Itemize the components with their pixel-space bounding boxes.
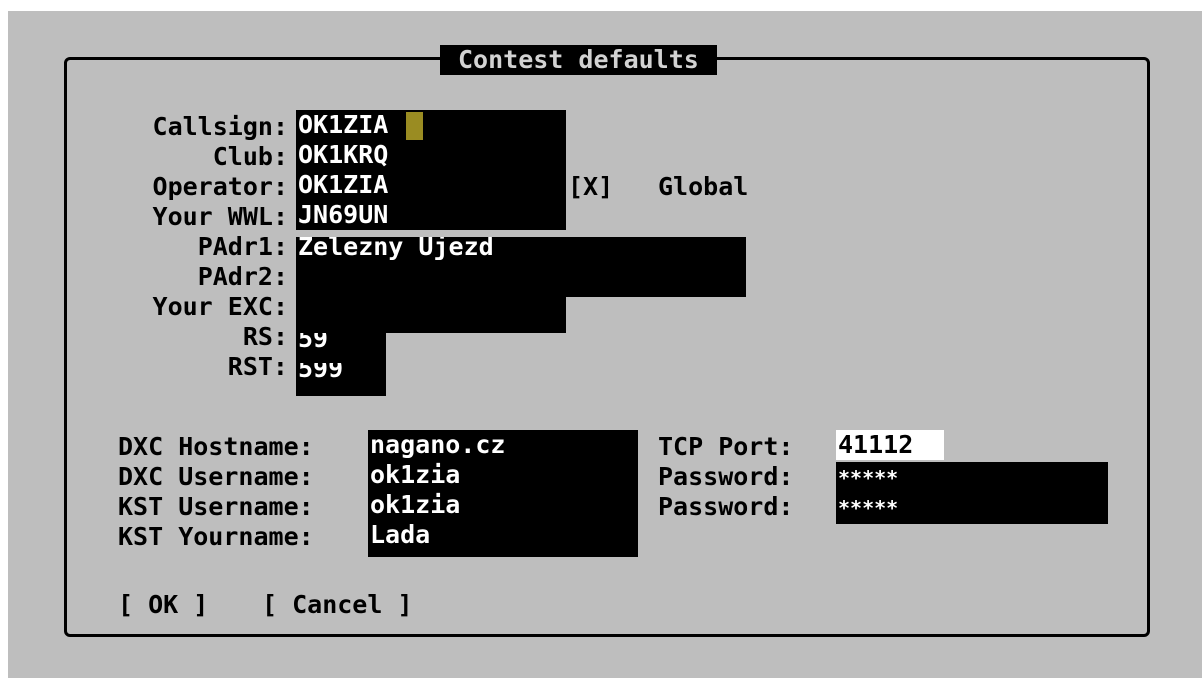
operator-label: Operator: xyxy=(152,172,288,201)
padr2-label: PAdr2: xyxy=(197,262,288,291)
rs-label: RS: xyxy=(242,322,288,351)
ok-button[interactable]: [ OK ] xyxy=(118,590,208,620)
rst-value: 599 xyxy=(298,363,344,383)
wwl-label: Your WWL: xyxy=(152,202,288,231)
padr2-input[interactable] xyxy=(296,267,746,297)
dxc-username-label: DXC Username: xyxy=(118,462,314,491)
callsign-value: OK1ZIA xyxy=(298,110,389,139)
rst-input[interactable]: 599 xyxy=(296,363,386,396)
club-label: Club: xyxy=(212,142,288,171)
exc-label: Your EXC: xyxy=(152,292,288,321)
wwl-value: JN69UN xyxy=(298,200,389,229)
global-checkbox-label: Global xyxy=(658,172,749,201)
kst-password-label: Password: xyxy=(658,492,794,521)
padr1-label: PAdr1: xyxy=(197,232,288,261)
callsign-label: Callsign: xyxy=(152,112,288,141)
dxc-hostname-input[interactable]: nagano.cz xyxy=(368,430,638,460)
dxc-username-input[interactable]: ok1zia xyxy=(368,460,638,490)
padr1-input[interactable]: Zelezny Ujezd xyxy=(296,237,746,267)
wwl-input[interactable]: JN69UN xyxy=(296,200,566,230)
rst-label: RST: xyxy=(227,352,288,381)
kst-yourname-value: Lada xyxy=(370,520,431,549)
dxc-username-value: ok1zia xyxy=(370,460,461,489)
operator-value: OK1ZIA xyxy=(298,170,389,199)
dxc-hostname-label: DXC Hostname: xyxy=(118,432,314,461)
tcp-port-value: 41112 xyxy=(838,430,914,459)
operator-input[interactable]: OK1ZIA xyxy=(296,170,566,200)
kst-yourname-input[interactable]: Lada xyxy=(368,520,638,557)
dialog-title: Contest defaults xyxy=(440,45,717,75)
kst-password-input[interactable]: ***** xyxy=(836,492,1108,524)
dxc-password-label: Password: xyxy=(658,462,794,491)
kst-username-input[interactable]: ok1zia xyxy=(368,490,638,520)
rs-input[interactable]: 59 xyxy=(296,333,386,363)
dxc-password-input[interactable]: ***** xyxy=(836,462,1108,492)
tcp-port-input[interactable]: 41112 xyxy=(836,430,944,460)
global-checkbox[interactable]: [X] xyxy=(568,172,613,202)
callsign-input[interactable]: OK1ZIA xyxy=(296,110,566,140)
kst-username-value: ok1zia xyxy=(370,490,461,519)
screen: Contest defaults Callsign: OK1ZIA Club: … xyxy=(0,0,1202,678)
cancel-button[interactable]: [ Cancel ] xyxy=(262,590,413,620)
club-value: OK1KRQ xyxy=(298,140,389,169)
rs-value: 59 xyxy=(298,333,329,353)
kst-password-value: ***** xyxy=(838,496,899,520)
kst-username-label: KST Username: xyxy=(118,492,314,521)
kst-yourname-label: KST Yourname: xyxy=(118,522,314,551)
dxc-hostname-value: nagano.cz xyxy=(370,430,506,459)
dxc-password-value: ***** xyxy=(838,466,899,490)
club-input[interactable]: OK1KRQ xyxy=(296,140,566,170)
text-cursor xyxy=(406,112,423,140)
tcp-port-label: TCP Port: xyxy=(658,432,794,461)
exc-input[interactable] xyxy=(296,297,566,333)
padr1-value: Zelezny Ujezd xyxy=(298,237,494,261)
